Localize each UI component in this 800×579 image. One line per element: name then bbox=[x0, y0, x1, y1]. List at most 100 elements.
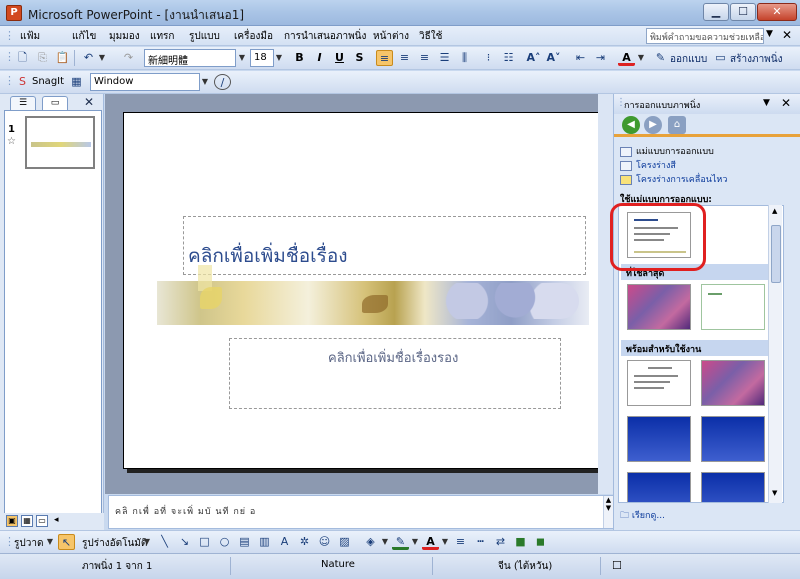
powerpoint-app-icon[interactable]: P bbox=[6, 5, 22, 21]
back-icon[interactable]: ◀ bbox=[622, 116, 640, 134]
close-document-button[interactable]: ✕ bbox=[782, 28, 792, 42]
design-button[interactable]: ออกแบบ bbox=[670, 52, 707, 67]
fill-color-icon[interactable]: ◈ bbox=[362, 534, 379, 550]
task-pane-title[interactable]: การออกแบบภาพนิ่ง bbox=[624, 98, 700, 112]
gallery-scrollbar[interactable]: ▲ ▼ bbox=[768, 205, 782, 503]
snagit-pen-icon[interactable]: ∕ bbox=[214, 74, 231, 90]
italic-button[interactable]: I bbox=[311, 50, 328, 66]
dash-style-icon[interactable]: ┅ bbox=[472, 534, 489, 550]
redo-icon[interactable]: ↷ bbox=[120, 50, 137, 66]
snagit-settings-icon[interactable]: ▦ bbox=[68, 74, 85, 90]
snagit-button[interactable]: SnagIt bbox=[32, 76, 64, 87]
template-recent-1[interactable] bbox=[627, 284, 691, 330]
new-slide-button[interactable]: สร้างภาพนิ่ง bbox=[730, 52, 783, 67]
diagram-icon[interactable]: ✲ bbox=[296, 534, 313, 550]
fill-dropdown-icon[interactable]: ▼ bbox=[380, 534, 390, 550]
font-color-dropdown-icon[interactable]: ▼ bbox=[636, 50, 646, 66]
decrease-font-icon[interactable]: A˅ bbox=[545, 50, 562, 66]
align-left-icon[interactable]: ≡ bbox=[376, 50, 393, 66]
shadow-style-icon[interactable]: ■ bbox=[512, 534, 529, 550]
template-available-3[interactable] bbox=[627, 416, 691, 462]
scroll-up-icon[interactable]: ▲ bbox=[772, 207, 777, 215]
notes-scrollbar[interactable]: ▲ ▼ bbox=[603, 496, 613, 528]
rectangle-icon[interactable]: □ bbox=[196, 534, 213, 550]
draw-dropdown-icon[interactable]: ▼ bbox=[45, 534, 55, 550]
slide-thumbnail[interactable] bbox=[25, 116, 95, 169]
slide-vertical-scrollbar[interactable] bbox=[598, 94, 613, 494]
slides-tab[interactable]: ▭ bbox=[42, 96, 68, 110]
menu-window[interactable]: หน้าต่าง bbox=[373, 29, 409, 44]
select-pointer-icon[interactable]: ↖ bbox=[58, 534, 75, 550]
clipart-icon[interactable]: ☺ bbox=[316, 534, 333, 550]
decrease-indent-icon[interactable]: ⇤ bbox=[572, 50, 589, 66]
design-templates-link[interactable]: แม่แบบการออกแบบ bbox=[620, 144, 714, 158]
help-question-input[interactable]: พิมพ์คำถามขอความช่วยเหลือ bbox=[646, 28, 764, 44]
3d-style-icon[interactable]: ◼ bbox=[532, 534, 549, 550]
home-icon[interactable]: ⌂ bbox=[668, 116, 686, 134]
scroll-left-icon[interactable]: ◂ bbox=[54, 515, 59, 525]
menu-help[interactable]: วิธีใช้ bbox=[419, 29, 442, 44]
close-pane-button[interactable]: ✕ bbox=[84, 95, 94, 109]
size-dropdown-icon[interactable]: ▼ bbox=[274, 50, 284, 66]
slide-canvas[interactable]: คลิกเพื่อเพิ่มชื่อเรื่อง คลิกเพื่อเพิ่มช… bbox=[123, 112, 599, 469]
oval-icon[interactable]: ○ bbox=[216, 534, 233, 550]
font-name-select[interactable]: 新細明體 bbox=[144, 49, 236, 67]
snagit-capture-icon[interactable]: S bbox=[14, 74, 31, 90]
autoshapes-button[interactable]: รูปร่างอัตโนมัติ bbox=[82, 536, 147, 551]
align-right-icon[interactable]: ≡ bbox=[416, 50, 433, 66]
autoshapes-dropdown-icon[interactable]: ▼ bbox=[142, 534, 152, 550]
menu-view[interactable]: มุมมอง bbox=[109, 29, 140, 44]
textbox-icon[interactable]: ▤ bbox=[236, 534, 253, 550]
animation-schemes-link[interactable]: โครงร่างการเคลื่อนไหว bbox=[620, 172, 727, 186]
template-available-6[interactable] bbox=[701, 472, 765, 502]
notes-pane[interactable]: คลิ กเพื่ อที่ จะเพิ่ มบั นที กย่ อ ▲ ▼ bbox=[108, 495, 613, 529]
vertical-textbox-icon[interactable]: ▥ bbox=[256, 534, 273, 550]
numbering-icon[interactable]: ⁝ bbox=[480, 50, 497, 66]
font-color-dropdown-icon[interactable]: ▼ bbox=[440, 534, 450, 550]
font-color-icon[interactable]: A bbox=[618, 50, 635, 66]
normal-view-icon[interactable]: ▣ bbox=[6, 515, 18, 527]
menu-tools[interactable]: เครื่องมือ bbox=[234, 29, 273, 44]
picture-icon[interactable]: ▨ bbox=[336, 534, 353, 550]
minimize-button[interactable]: ▁ bbox=[703, 3, 729, 21]
font-color-icon[interactable]: A bbox=[422, 534, 439, 550]
slide-sorter-icon[interactable]: ▦ bbox=[21, 515, 33, 527]
menu-format[interactable]: รูปแบบ bbox=[189, 29, 220, 44]
text-shadow-button[interactable]: S bbox=[351, 50, 368, 66]
underline-button[interactable]: U bbox=[331, 50, 348, 66]
menu-file[interactable]: แฟ้ม bbox=[20, 29, 40, 44]
menu-slideshow[interactable]: การนำเสนอภาพนิ่ง bbox=[284, 29, 366, 44]
line-color-dropdown-icon[interactable]: ▼ bbox=[410, 534, 420, 550]
template-available-4[interactable] bbox=[701, 416, 765, 462]
justify-icon[interactable]: ☰ bbox=[436, 50, 453, 66]
font-dropdown-icon[interactable]: ▼ bbox=[237, 50, 247, 66]
browse-link[interactable]: 🗀 เรียกดู... bbox=[620, 508, 665, 524]
line-icon[interactable]: ╲ bbox=[156, 534, 173, 550]
capture-mode-dropdown-icon[interactable]: ▼ bbox=[200, 74, 210, 90]
capture-mode-select[interactable]: Window bbox=[90, 73, 200, 91]
menu-insert[interactable]: แทรก bbox=[150, 29, 174, 44]
undo-icon[interactable]: ↶ bbox=[80, 50, 97, 66]
arrow-icon[interactable]: ↘ bbox=[176, 534, 193, 550]
spell-check-icon[interactable]: ☐ bbox=[612, 559, 622, 572]
copy-icon[interactable]: ⎘ bbox=[34, 50, 51, 66]
undo-dropdown-icon[interactable]: ▼ bbox=[97, 50, 107, 66]
close-task-pane-button[interactable]: ✕ bbox=[781, 96, 791, 110]
template-available-1[interactable] bbox=[627, 360, 691, 406]
increase-font-icon[interactable]: A˄ bbox=[525, 50, 542, 66]
outline-tab[interactable]: ☰ bbox=[10, 96, 36, 110]
design-icon[interactable]: ✎ bbox=[652, 50, 669, 66]
draw-menu-button[interactable]: รูปวาด bbox=[14, 536, 43, 551]
font-size-select[interactable]: 18 bbox=[250, 49, 274, 67]
scroll-down-icon[interactable]: ▼ bbox=[772, 489, 777, 497]
forward-icon[interactable]: ▶ bbox=[644, 116, 662, 134]
scrollbar-thumb[interactable] bbox=[771, 225, 781, 283]
bold-button[interactable]: B bbox=[291, 50, 308, 66]
task-pane-menu-icon[interactable]: ▼ bbox=[763, 98, 770, 108]
increase-indent-icon[interactable]: ⇥ bbox=[592, 50, 609, 66]
columns-icon[interactable]: ⫼ bbox=[456, 50, 473, 66]
arrow-style-icon[interactable]: ⇄ bbox=[492, 534, 509, 550]
maximize-button[interactable]: ☐ bbox=[730, 3, 756, 21]
help-dropdown-icon[interactable]: ▼ bbox=[766, 29, 773, 39]
line-style-icon[interactable]: ≡ bbox=[452, 534, 469, 550]
